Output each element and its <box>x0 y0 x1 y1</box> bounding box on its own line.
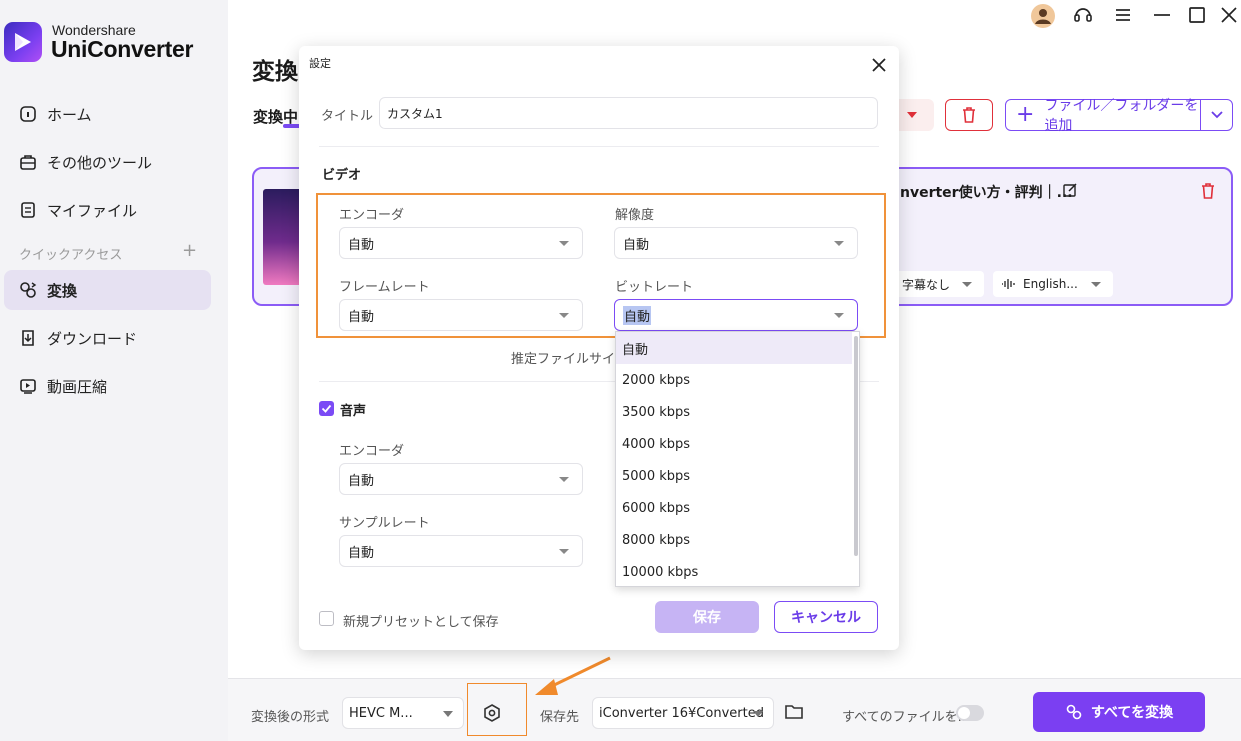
sidebar-item-label: ホーム <box>47 105 92 124</box>
audio-section-title: 音声 <box>340 404 367 419</box>
sidebar-item-tools[interactable]: その他のツール <box>4 142 211 182</box>
sidebar-item-label: マイファイル <box>47 201 138 220</box>
bitrate-option[interactable]: 3500 kbps <box>616 396 852 428</box>
audio-track-value: English... <box>1023 277 1078 291</box>
output-format-label: 変換後の形式 <box>251 710 330 725</box>
bitrate-option[interactable]: 10000 kbps <box>616 556 852 588</box>
bitrate-option[interactable]: 8000 kbps <box>616 524 852 556</box>
video-section-title: ビデオ <box>322 168 362 183</box>
video-settings-highlight-box <box>316 193 886 338</box>
cancel-button[interactable]: キャンセル <box>774 601 878 633</box>
annotation-arrow <box>535 656 611 695</box>
divider <box>319 146 879 147</box>
sidebar-item-label: ダウンロード <box>47 329 138 348</box>
sample-rate-select[interactable]: 自動 <box>339 535 583 567</box>
chevron-down-icon <box>907 112 917 118</box>
app-logo <box>4 22 42 62</box>
brand-name: UniConverter <box>51 36 194 62</box>
bitrate-option[interactable]: 5000 kbps <box>616 460 852 492</box>
support-icon[interactable] <box>1072 4 1094 30</box>
plus-icon: + <box>1016 102 1035 127</box>
chevron-down-icon <box>559 549 569 554</box>
plus-icon[interactable]: + <box>182 240 197 261</box>
add-files-button[interactable]: + ファイル／フォルダーを追加 <box>1005 98 1201 134</box>
bitrate-option[interactable]: 4000 kbps <box>616 428 852 460</box>
quick-access-label: クイックアクセス <box>19 248 123 263</box>
sidebar-item-label: 変換 <box>47 281 78 300</box>
user-avatar[interactable] <box>1031 4 1055 32</box>
edit-icon[interactable] <box>1062 182 1078 202</box>
sidebar-item-my-files[interactable]: マイファイル <box>4 190 211 230</box>
output-format-select[interactable]: HEVC M... <box>342 697 464 729</box>
merge-all-toggle[interactable] <box>956 705 984 721</box>
trash-icon[interactable] <box>1200 182 1216 204</box>
download-icon <box>18 328 38 348</box>
audio-encoder-select[interactable]: 自動 <box>339 463 583 495</box>
chevron-down-icon <box>559 477 569 482</box>
sample-rate-value: 自動 <box>348 545 375 561</box>
file-icon <box>18 200 38 220</box>
convert-all-label: すべてを変換 <box>1090 705 1174 721</box>
dialog-title: 設定 <box>309 57 331 70</box>
preset-title-input[interactable]: カスタム1 <box>379 97 878 129</box>
estimated-size-label: 推定ファイルサイズ <box>511 352 628 367</box>
audio-wave-icon <box>1002 279 1015 289</box>
save-preset-checkbox[interactable] <box>319 611 334 626</box>
bitrate-option[interactable]: 6000 kbps <box>616 492 852 524</box>
trash-icon <box>963 107 975 123</box>
audio-encoder-label: エンコーダ <box>339 444 405 459</box>
audio-encoder-value: 自動 <box>348 473 375 489</box>
minimize-icon[interactable] <box>1151 4 1173 30</box>
preset-title-value: カスタム1 <box>387 106 443 121</box>
subtitle-value: 字幕なし <box>902 277 951 292</box>
bitrate-option[interactable]: 自動 <box>616 332 852 364</box>
sidebar-item-convert[interactable]: 変換 <box>4 270 211 310</box>
close-icon[interactable] <box>869 55 889 79</box>
save-to-value: iConverter 16¥Converted <box>599 705 764 721</box>
add-files-label: ファイル／フォルダーを追加 <box>1044 98 1199 134</box>
save-to-select[interactable]: iConverter 16¥Converted <box>592 697 774 729</box>
subtitle-select[interactable]: 字幕なし <box>894 271 984 297</box>
save-preset-label: 新規プリセットとして保存 <box>343 615 499 630</box>
convert-all-button[interactable]: すべてを変換 <box>1033 692 1205 732</box>
save-button[interactable]: 保存 <box>655 601 759 633</box>
home-icon <box>18 104 38 124</box>
bitrate-dropdown-list: 自動 2000 kbps 3500 kbps 4000 kbps 5000 kb… <box>615 331 860 587</box>
sidebar: Wondershare UniConverter ホーム その他のツール マイフ… <box>0 0 228 741</box>
title-label: タイトル <box>321 109 374 124</box>
bitrate-option[interactable]: 2000 kbps <box>616 364 852 396</box>
dropdown-scrollbar[interactable] <box>854 336 858 556</box>
convert-icon <box>18 280 38 300</box>
folder-icon[interactable] <box>784 703 804 725</box>
add-files-dropdown[interactable] <box>1200 99 1233 131</box>
menu-icon[interactable] <box>1112 4 1134 30</box>
maximize-icon[interactable] <box>1186 4 1208 30</box>
sample-rate-label: サンプルレート <box>339 516 430 531</box>
compress-icon <box>18 376 38 396</box>
check-icon <box>321 404 332 413</box>
convert-icon <box>1066 704 1082 720</box>
sidebar-item-label: 動画圧縮 <box>47 377 108 396</box>
close-window-icon[interactable] <box>1218 4 1240 30</box>
delete-all-button[interactable] <box>945 99 993 131</box>
sidebar-item-download[interactable]: ダウンロード <box>4 318 211 358</box>
sidebar-item-compress[interactable]: 動画圧縮 <box>4 366 211 406</box>
output-format-value: HEVC M... <box>349 705 413 721</box>
sidebar-item-home[interactable]: ホーム <box>4 94 211 134</box>
merge-all-label: すべてのファイルを... <box>842 710 970 725</box>
page-title: 変換 <box>252 59 298 85</box>
settings-gear-icon[interactable] <box>482 703 502 727</box>
audio-checkbox[interactable] <box>319 401 334 416</box>
audio-track-select[interactable]: English... <box>993 271 1113 297</box>
chevron-down-icon <box>1210 111 1223 119</box>
file-name: nverter使い方・評判｜... <box>900 185 1073 201</box>
sidebar-item-label: その他のツール <box>47 153 153 172</box>
save-to-label: 保存先 <box>540 710 580 725</box>
toolbox-icon <box>18 152 38 172</box>
